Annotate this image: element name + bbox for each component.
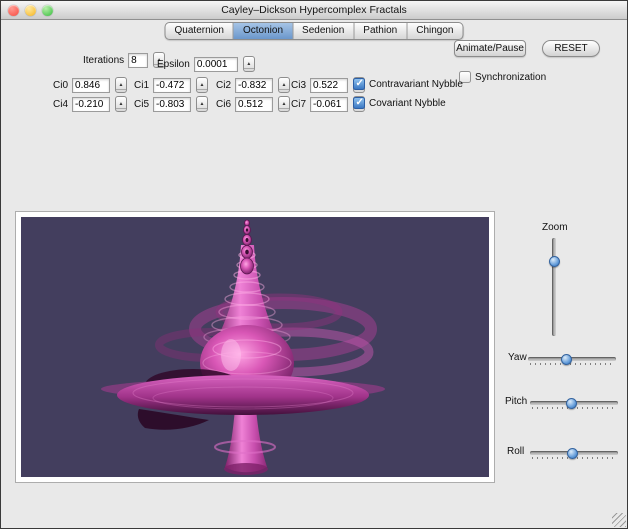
- contravariant-checkbox[interactable]: [353, 78, 365, 90]
- covariant-label: Covariant Nybble: [369, 98, 446, 109]
- pitch-slider[interactable]: [530, 397, 618, 410]
- epsilon-label: Epsilon: [157, 59, 190, 70]
- stepper-up-icon[interactable]: [116, 78, 126, 90]
- ci0-label: Ci0: [53, 80, 68, 91]
- ci4-input[interactable]: [72, 97, 110, 112]
- pitch-label: Pitch: [505, 396, 527, 407]
- contravariant-label: Contravariant Nybble: [369, 79, 463, 90]
- ci5-input[interactable]: [153, 97, 191, 112]
- resize-grip[interactable]: [612, 513, 626, 527]
- tab-chingon[interactable]: Chingon: [407, 23, 462, 39]
- yaw-label: Yaw: [508, 352, 527, 363]
- ci0-input[interactable]: [72, 78, 110, 93]
- stepper-up-icon[interactable]: [244, 57, 254, 69]
- covariant-option: Covariant Nybble: [353, 97, 446, 109]
- epsilon-input[interactable]: [194, 57, 238, 72]
- contravariant-option: Contravariant Nybble: [353, 78, 463, 90]
- fractal-type-tabs: Quaternion Octonion Sedenion Pathion Chi…: [165, 22, 464, 40]
- stepper-up-icon[interactable]: [279, 78, 289, 90]
- fractal-canvas[interactable]: [21, 217, 489, 477]
- epsilon-group: Epsilon: [157, 56, 255, 72]
- stepper-up-icon[interactable]: [116, 97, 126, 109]
- window-title: Cayley–Dickson Hypercomplex Fractals: [1, 4, 627, 16]
- stepper-up-icon[interactable]: [197, 78, 207, 90]
- ci0-stepper[interactable]: [115, 77, 127, 93]
- zoom-slider-track[interactable]: [552, 238, 556, 336]
- stepper-down-icon[interactable]: [279, 109, 289, 112]
- ci6-stepper[interactable]: [278, 96, 290, 112]
- ci2-stepper[interactable]: [278, 77, 290, 93]
- ci2-label: Ci2: [216, 80, 231, 91]
- ci6-input[interactable]: [235, 97, 273, 112]
- tab-pathion[interactable]: Pathion: [354, 23, 407, 39]
- ci5-stepper[interactable]: [196, 96, 208, 112]
- yaw-slider-ticks: [530, 363, 614, 365]
- covariant-checkbox[interactable]: [353, 97, 365, 109]
- roll-slider-knob[interactable]: [567, 448, 578, 459]
- iterations-group: Iterations: [83, 52, 165, 68]
- title-bar[interactable]: Cayley–Dickson Hypercomplex Fractals: [1, 1, 627, 20]
- ci5-group: Ci5: [134, 96, 208, 112]
- app-window: Cayley–Dickson Hypercomplex Fractals Qua…: [0, 0, 628, 529]
- ci7-label: Ci7: [291, 99, 306, 110]
- zoom-label: Zoom: [542, 222, 568, 233]
- stepper-down-icon[interactable]: [244, 69, 254, 72]
- stepper-down-icon[interactable]: [197, 90, 207, 93]
- tab-octonion[interactable]: Octonion: [234, 23, 293, 39]
- render-viewport[interactable]: [16, 212, 494, 482]
- stepper-down-icon[interactable]: [354, 90, 364, 93]
- yaw-slider-track[interactable]: [528, 357, 616, 361]
- synchronization-label: Synchronization: [475, 72, 546, 83]
- zoom-slider[interactable]: [548, 238, 561, 336]
- stepper-down-icon[interactable]: [354, 109, 364, 112]
- ci1-input[interactable]: [153, 78, 191, 93]
- epsilon-stepper[interactable]: [243, 56, 255, 72]
- ci4-stepper[interactable]: [115, 96, 127, 112]
- tab-quaternion[interactable]: Quaternion: [166, 23, 234, 39]
- ci7-input[interactable]: [310, 97, 348, 112]
- fractal-render: [21, 217, 489, 477]
- roll-label: Roll: [507, 446, 524, 457]
- ci3-input[interactable]: [310, 78, 348, 93]
- yaw-slider[interactable]: [528, 353, 616, 366]
- ci6-label: Ci6: [216, 99, 231, 110]
- ci2-input[interactable]: [235, 78, 273, 93]
- pitch-slider-knob[interactable]: [566, 398, 577, 409]
- ci3-label: Ci3: [291, 80, 306, 91]
- ci1-label: Ci1: [134, 80, 149, 91]
- stepper-down-icon[interactable]: [116, 90, 126, 93]
- stepper-down-icon[interactable]: [116, 109, 126, 112]
- ci1-stepper[interactable]: [196, 77, 208, 93]
- roll-slider[interactable]: [530, 447, 618, 460]
- ci2-group: Ci2: [216, 77, 290, 93]
- stepper-down-icon[interactable]: [279, 90, 289, 93]
- synchronization-option: Synchronization: [459, 71, 546, 83]
- ci4-label: Ci4: [53, 99, 68, 110]
- ci6-group: Ci6: [216, 96, 290, 112]
- animate-pause-button[interactable]: Animate/Pause: [454, 40, 526, 57]
- yaw-slider-knob[interactable]: [561, 354, 572, 365]
- tab-sedenion[interactable]: Sedenion: [293, 23, 354, 39]
- ci1-group: Ci1: [134, 77, 208, 93]
- ci5-label: Ci5: [134, 99, 149, 110]
- iterations-input[interactable]: [128, 53, 148, 68]
- ci0-group: Ci0: [53, 77, 127, 93]
- reset-button[interactable]: RESET: [542, 40, 600, 57]
- iterations-label: Iterations: [83, 55, 124, 66]
- stepper-down-icon[interactable]: [197, 109, 207, 112]
- stepper-up-icon[interactable]: [279, 97, 289, 109]
- ci4-group: Ci4: [53, 96, 127, 112]
- stepper-up-icon[interactable]: [197, 97, 207, 109]
- zoom-slider-knob[interactable]: [549, 256, 560, 267]
